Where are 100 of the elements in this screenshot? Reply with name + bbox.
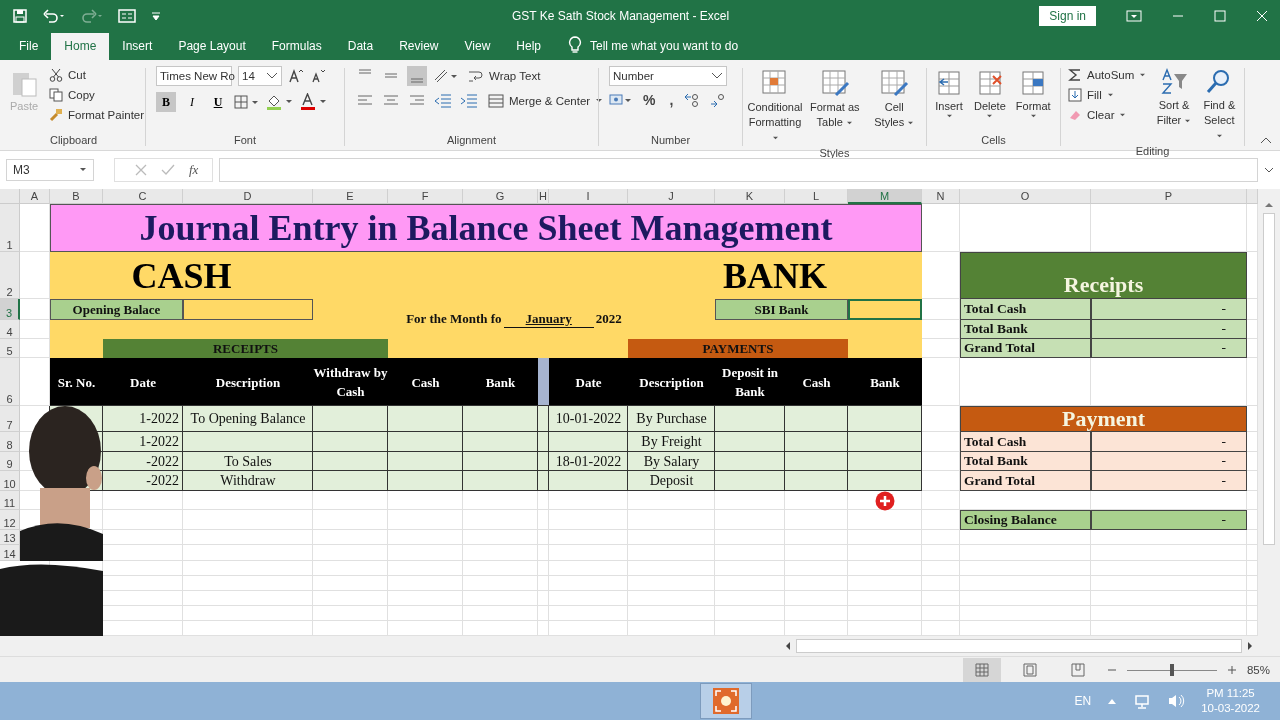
cancel-icon[interactable]: [135, 164, 147, 176]
column-header[interactable]: G: [463, 189, 538, 204]
value-cell[interactable]: [848, 299, 922, 320]
column-header[interactable]: C: [103, 189, 183, 204]
editing-button[interactable]: Find & Select: [1198, 66, 1240, 145]
insert-function-button[interactable]: fx: [189, 162, 199, 178]
ribbon-tab[interactable]: File: [6, 33, 52, 60]
comma-button[interactable]: ,: [665, 92, 678, 108]
name-box[interactable]: M3: [6, 159, 94, 181]
row-header[interactable]: 11: [0, 491, 20, 510]
styles-button[interactable]: Cell Styles: [866, 66, 922, 132]
editing-button[interactable]: AutoSum: [1065, 66, 1150, 84]
zoom-in-icon[interactable]: [1226, 664, 1237, 675]
editing-button[interactable]: Clear: [1065, 106, 1150, 124]
cells-button[interactable]: Insert: [931, 66, 967, 121]
ribbon-tab[interactable]: Formulas: [258, 33, 335, 60]
font-style-button[interactable]: B: [156, 92, 176, 112]
increase-indent-icon[interactable]: [459, 92, 479, 110]
row-header[interactable]: 13: [0, 530, 20, 545]
editing-button[interactable]: Sort & Filter: [1153, 66, 1195, 130]
save-icon[interactable]: [12, 8, 28, 24]
formula-input[interactable]: [219, 158, 1258, 182]
row-header[interactable]: 14: [0, 545, 20, 561]
font-color-icon[interactable]: [300, 93, 328, 111]
column-header[interactable]: M: [848, 189, 922, 204]
undo-icon[interactable]: [42, 8, 66, 24]
ribbon-tab[interactable]: View: [451, 33, 504, 60]
merge-center-button[interactable]: Merge & Center: [485, 92, 607, 110]
row-header[interactable]: 10: [0, 471, 20, 491]
maximize-icon[interactable]: [1214, 10, 1226, 22]
editing-button[interactable]: Fill: [1065, 86, 1150, 104]
customize-icon[interactable]: [150, 9, 162, 23]
column-heading: Deposit in Bank: [721, 364, 779, 401]
form-icon[interactable]: [118, 8, 136, 24]
column-header[interactable]: K: [715, 189, 785, 204]
font-size-dropdown[interactable]: 14: [238, 66, 282, 86]
row-header[interactable]: 2: [0, 252, 20, 299]
font-style-button[interactable]: I: [182, 92, 202, 112]
styles-button[interactable]: Conditional Formatting: [747, 66, 803, 147]
column-header[interactable]: F: [388, 189, 463, 204]
ribbon-display-icon[interactable]: [1126, 10, 1142, 22]
number-format-dropdown[interactable]: Number: [609, 66, 727, 86]
row-header[interactable]: 7: [0, 406, 20, 432]
fill-color-icon[interactable]: [266, 93, 294, 111]
speaker-icon[interactable]: [1167, 693, 1186, 709]
column-header[interactable]: J: [628, 189, 715, 204]
row-header[interactable]: 8: [0, 432, 20, 452]
column-header[interactable]: P: [1091, 189, 1247, 204]
cells-button[interactable]: Delete: [971, 66, 1009, 121]
zoom-level[interactable]: 85%: [1246, 663, 1270, 676]
borders-icon[interactable]: [234, 94, 260, 110]
align-icon[interactable]: [407, 66, 427, 86]
currency-icon[interactable]: [609, 92, 633, 108]
ribbon-tab[interactable]: Review: [386, 33, 452, 60]
shrink-font-icon[interactable]: [310, 68, 326, 84]
clipboard-button[interactable]: Format Painter: [46, 106, 148, 124]
styles-button[interactable]: Format as Table: [807, 66, 863, 132]
row-header[interactable]: 4: [0, 320, 20, 339]
clipboard-button[interactable]: Cut: [46, 66, 148, 84]
grow-font-icon[interactable]: [288, 68, 304, 84]
vertical-scrollbar[interactable]: [1258, 189, 1280, 636]
zoom-slider[interactable]: [1126, 663, 1217, 676]
column-header[interactable]: N: [922, 189, 960, 204]
value-cell[interactable]: [183, 299, 313, 320]
sign-in-button[interactable]: Sign in: [1039, 6, 1096, 26]
column-header[interactable]: O: [960, 189, 1091, 204]
percent-button[interactable]: %: [639, 92, 660, 108]
ribbon-tab[interactable]: Insert: [109, 33, 166, 60]
row-header[interactable]: 9: [0, 452, 20, 471]
ribbon-tab[interactable]: Page Layout: [165, 33, 259, 60]
wrap-text-button[interactable]: Wrap Text: [465, 67, 544, 85]
ribbon-tab[interactable]: Help: [503, 33, 554, 60]
show-hidden-icon[interactable]: [1107, 697, 1118, 705]
row-header[interactable]: 1: [0, 204, 20, 252]
row-header[interactable]: 6: [0, 358, 20, 406]
close-icon[interactable]: [1256, 10, 1268, 22]
collapse-ribbon-icon[interactable]: [1260, 136, 1272, 144]
orientation-icon[interactable]: [433, 68, 459, 84]
network-icon[interactable]: [1133, 693, 1152, 709]
taskbar-app-button[interactable]: [700, 683, 752, 719]
cells-button[interactable]: Format: [1012, 66, 1054, 121]
decrease-indent-icon[interactable]: [433, 92, 453, 110]
expand-icon[interactable]: [1264, 167, 1274, 173]
column-header[interactable]: L: [785, 189, 848, 204]
ribbon-tab[interactable]: Data: [334, 33, 387, 60]
column-header[interactable]: B: [50, 189, 103, 204]
row-header[interactable]: 5: [0, 339, 20, 358]
font-style-button[interactable]: U: [208, 92, 228, 112]
row-header[interactable]: 3: [0, 299, 20, 320]
column-header[interactable]: I: [549, 189, 628, 204]
column-header[interactable]: D: [183, 189, 313, 204]
redo-icon[interactable]: [80, 8, 104, 24]
ribbon-tab[interactable]: Home: [51, 33, 110, 60]
row-header[interactable]: 12: [0, 510, 20, 530]
view-icon[interactable]: [962, 657, 1001, 682]
column-header[interactable]: E: [313, 189, 388, 204]
tell-me-search[interactable]: Tell me what you want to do: [590, 39, 739, 60]
column-header[interactable]: A: [20, 189, 50, 204]
clipboard-button[interactable]: Copy: [46, 86, 148, 104]
enter-icon[interactable]: [161, 164, 175, 176]
